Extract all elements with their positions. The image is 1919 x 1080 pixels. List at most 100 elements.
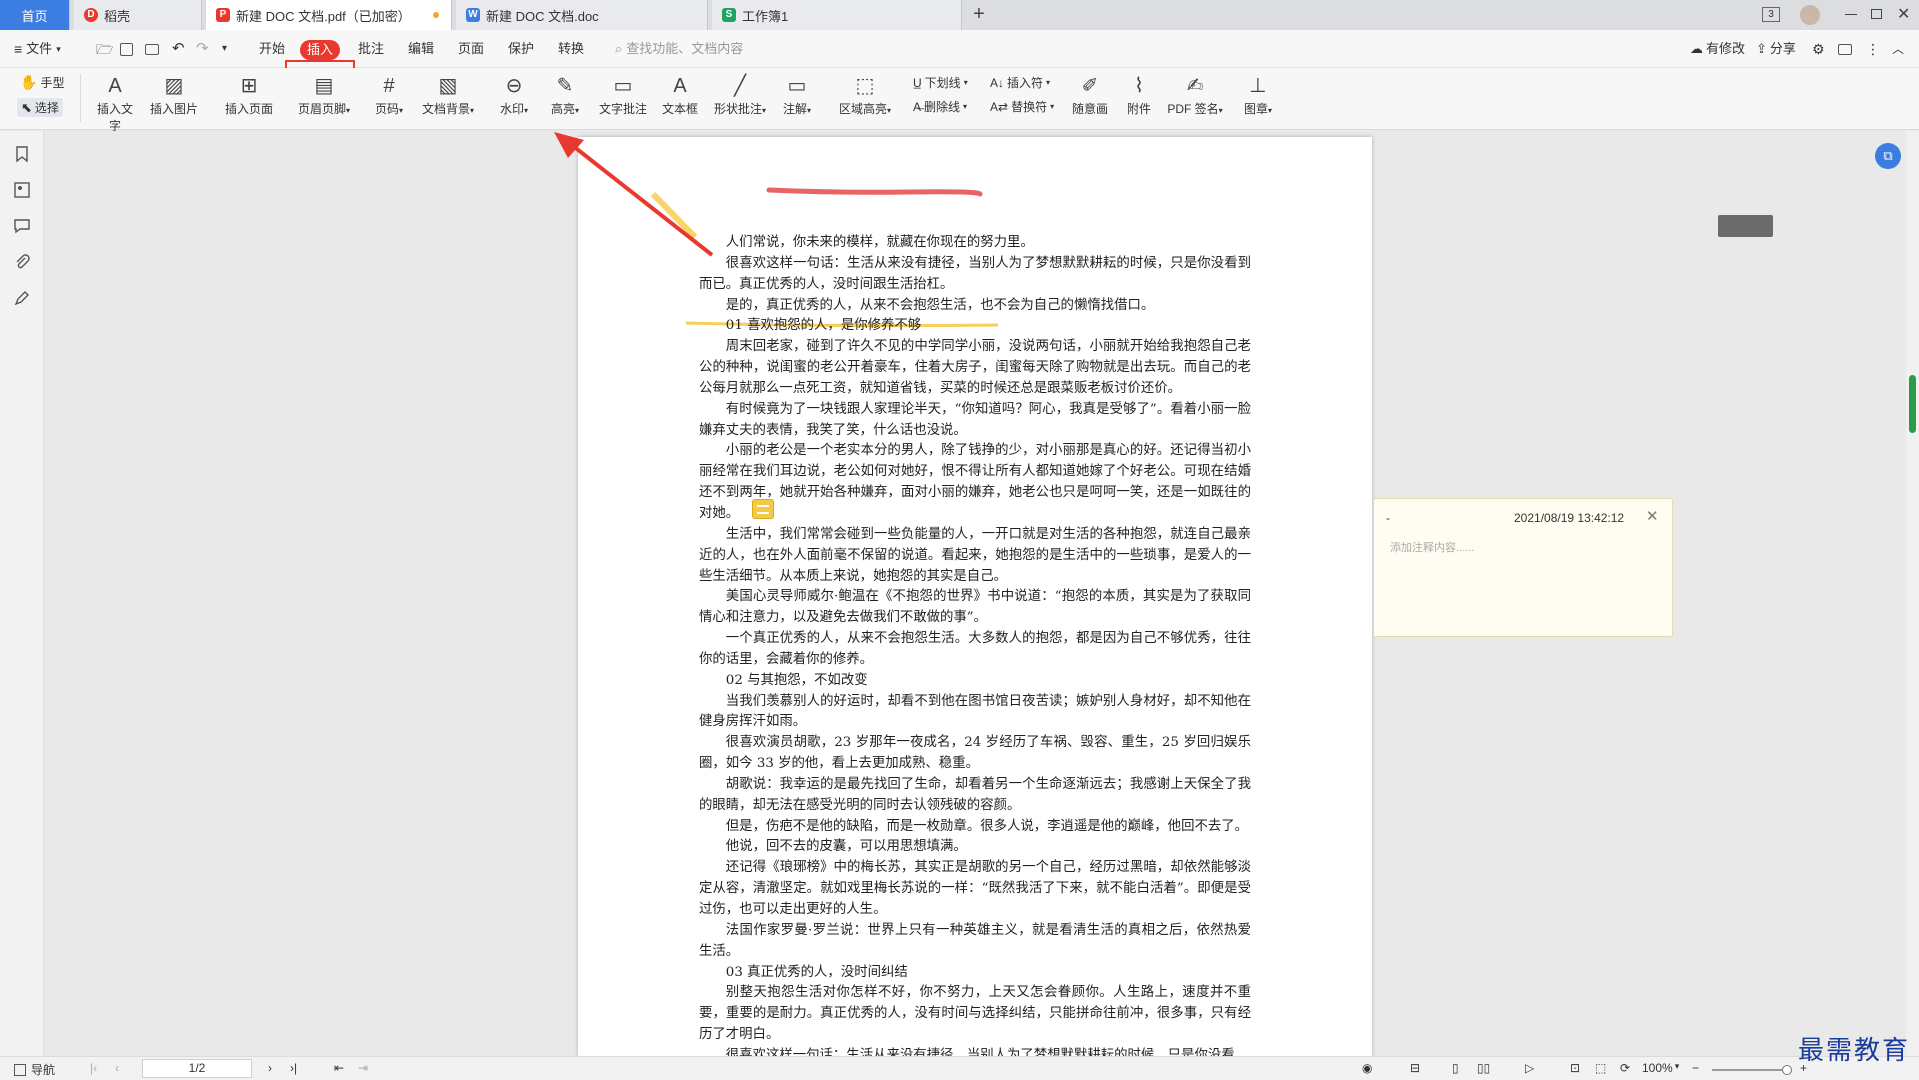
zoom-dropdown[interactable]: 100% ▾ [1642,1061,1679,1075]
tool-highlight-button[interactable]: ✎ 高亮▾ [548,72,582,126]
print-icon[interactable] [145,44,159,55]
hand-tool[interactable]: ✋ 手型 [20,74,64,91]
menu-tab-convert[interactable]: 转换 [558,38,584,60]
back-icon[interactable]: ⇤ [334,1061,344,1075]
redo-icon[interactable]: ↷ [196,38,209,60]
restore-icon[interactable] [1871,9,1882,19]
modified-button[interactable]: ☁ 有修改 [1690,38,1745,60]
sticky-note-icon[interactable] [752,499,774,519]
pdf-page[interactable]: 人们常说，你未来的模样，就藏在你现在的努力里。 很喜欢这样一句话：生活从来没有捷径… [578,137,1372,1057]
rotate-icon[interactable]: ⟳ [1620,1061,1630,1075]
minimize-icon[interactable] [1845,14,1857,15]
tab-docer[interactable]: D 稻壳 [74,0,202,30]
prev-page-button[interactable]: ‹ [115,1061,119,1075]
insert-mark-button[interactable]: A↓ 插入符 ▾ [990,74,1050,91]
tab-sheet[interactable]: S 工作簿1 [712,0,962,30]
comment-card[interactable]: - 2021/08/19 13:42:12 ✕ 添加注释内容...... [1373,498,1673,637]
zoom-slider[interactable] [1712,1065,1792,1075]
collapse-ribbon-icon[interactable]: ︿ [1892,38,1904,60]
tool-stamp-button[interactable]: ⊥ 图章▾ [1236,72,1280,126]
zoom-slider-thumb[interactable] [1782,1065,1792,1075]
window-count-button[interactable]: 3 [1762,7,1780,22]
tool-shape-button[interactable]: ╱ 形状批注▾ [713,72,767,126]
customize-icon[interactable]: ▾ [222,38,227,60]
single-page-icon[interactable]: ▯ [1452,1061,1459,1075]
zoom-out-button[interactable]: − [1692,1061,1699,1075]
replace-mark-button[interactable]: A⇄ 替换符 ▾ [990,98,1054,115]
tool-background-button[interactable]: ▧ 文档背景▾ [420,72,476,126]
menu-tab-edit[interactable]: 编辑 [408,38,434,60]
signature-icon[interactable] [13,289,31,307]
tool-text-button[interactable]: A 插入文字 [92,72,138,133]
nav-toggle[interactable]: 导航 [14,1061,55,1078]
tab-label: 新建 DOC 文档.pdf（已加密） [236,8,411,24]
last-page-button[interactable]: ›| [290,1061,297,1075]
next-page-button[interactable]: › [268,1061,272,1075]
shape-icon: ╱ [733,75,747,97]
tab-pdf-active[interactable]: P 新建 DOC 文档.pdf（已加密） [206,0,452,30]
paragraph: 生活中，我们常常会碰到一些负能量的人，一开口就是对生活的各种抱怨，就连自己最亲近… [699,526,1251,584]
tool-attachment-button[interactable]: ⌇ 附件 [1122,72,1156,126]
tool-label: 页眉页脚 [297,102,346,116]
menu-tab-home[interactable]: 开始 [259,38,285,60]
feedback-icon[interactable] [1838,44,1852,55]
tool-area-button[interactable]: ⬚ 区域高亮▾ [837,72,893,126]
play-icon[interactable]: ▷ [1525,1061,1534,1075]
page-number-input[interactable]: 1/2 [142,1059,252,1078]
fit-page-icon[interactable]: ⬚ [1595,1061,1606,1075]
comment-close-icon[interactable]: ✕ [1646,507,1659,525]
thumbnail-icon[interactable] [13,181,31,199]
open-icon[interactable]: 🗁 [96,38,113,60]
tab-home[interactable]: 首页 [0,0,70,30]
chevron-down-icon: ▾ [346,106,351,115]
fit-width-icon[interactable]: ⊟ [1410,1061,1420,1075]
tool-freehand-button[interactable]: ✐ 随意画 [1070,72,1110,126]
forward-icon[interactable]: ⇥ [358,1061,368,1075]
underline-button[interactable]: U̲ 下划线 ▾ [913,74,968,91]
tool-note-button[interactable]: ▭ 注解▾ [780,72,814,126]
chevron-down-icon: ▾ [807,106,812,115]
comment-input[interactable]: 添加注释内容...... [1390,539,1474,555]
floating-tool-button[interactable]: ⧉ [1875,143,1901,169]
file-menu[interactable]: ≡ 文件 ▾ [14,38,61,60]
eye-icon[interactable]: ◉ [1362,1061,1372,1075]
chevron-down-icon: ▾ [963,102,968,111]
tool-pagenum-button[interactable]: # 页码▾ [372,72,406,126]
scroll-thumb[interactable] [1909,375,1916,433]
select-tool[interactable]: ⬉ 选择 [17,98,63,117]
attachment-icon: ⌇ [1134,75,1144,97]
strikethrough-button[interactable]: A̶ 删除线 ▾ [913,98,967,115]
vertical-scrollbar[interactable] [1906,131,1919,1056]
tool-page-button[interactable]: ⊞ 插入页面 [224,72,274,126]
menu-tab-annotate[interactable]: 批注 [358,38,384,60]
tool-header-button[interactable]: ▤ 页眉页脚▾ [296,72,352,126]
search-box[interactable]: ⌕ 查找功能、文档内容 [615,38,815,60]
menu-tab-insert[interactable]: 插入 [300,40,340,60]
tool-text-comment-button[interactable]: ▭ 文字批注 [597,72,649,126]
close-icon[interactable]: ✕ [1897,4,1910,24]
share-button[interactable]: ⇪ 分享 [1756,38,1796,60]
actual-size-icon[interactable]: ⊡ [1570,1061,1580,1075]
tool-image-button[interactable]: ▨ 插入图片 [150,72,198,126]
menu-tab-page[interactable]: 页面 [458,38,484,60]
tool-textbox-button[interactable]: A 文本框 [660,72,700,126]
bookmark-icon[interactable] [13,145,31,163]
tab-word[interactable]: W 新建 DOC 文档.doc [456,0,708,30]
paragraph: 02 与其抱怨，不如改变 [725,672,868,688]
save-icon[interactable] [120,43,133,56]
attachment-icon[interactable] [13,253,31,271]
menu-tab-protect[interactable]: 保护 [508,38,534,60]
search-placeholder: 查找功能、文档内容 [626,41,744,56]
tool-watermark-button[interactable]: ⊖ 水印▾ [485,72,543,126]
undo-icon[interactable]: ↶ [172,38,185,60]
tool-pdf-sign-button[interactable]: ✍ PDF 签名▾ [1163,72,1227,126]
toolbar-separator [80,74,81,122]
settings-icon[interactable]: ⚙ [1812,38,1825,60]
two-page-icon[interactable]: ▯▯ [1477,1061,1490,1075]
first-page-button[interactable]: |‹ [90,1061,97,1075]
new-tab-button[interactable]: + [968,3,990,25]
comment-panel-icon[interactable] [13,217,31,235]
mini-toolbar[interactable] [1718,215,1773,237]
more-icon[interactable]: ⋮ [1866,38,1880,60]
avatar[interactable] [1800,5,1820,25]
